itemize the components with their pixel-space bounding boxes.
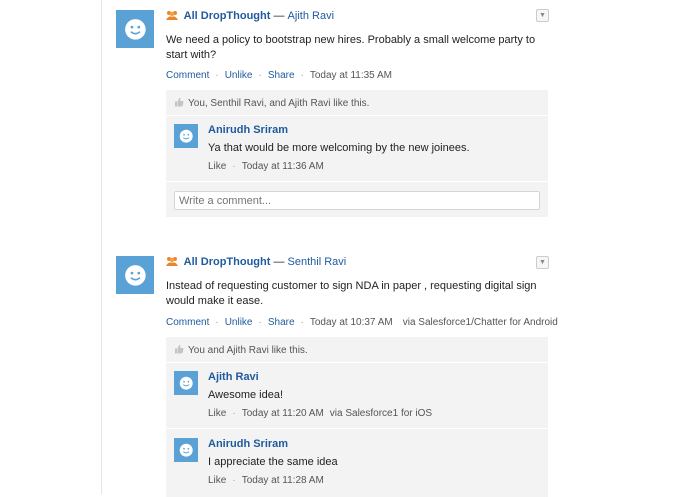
comment-divider <box>166 362 548 363</box>
avatar[interactable] <box>174 124 198 148</box>
like-link[interactable]: Like <box>208 475 226 486</box>
feed-post: All DropThought — Ajith Ravi ▼ We need a… <box>116 0 549 228</box>
comment-meta: Like · Today at 11:20 AM via Salesforce1 fo… <box>208 408 432 419</box>
likes-summary: You, Senthil Ravi, and Ajith Ravi like t… <box>174 97 369 109</box>
dot-separator: · <box>232 408 236 419</box>
post-actions: Comment · Unlike · Share · Today at 11:35 AM <box>166 70 392 81</box>
post-actions: Comment · Unlike · Share · Today at 10:37 AM vi… <box>166 317 558 328</box>
post-menu-button[interactable]: ▼ <box>536 256 549 269</box>
chevron-down-icon: ▼ <box>539 12 546 19</box>
comment-text: I appreciate the same idea <box>208 456 338 468</box>
like-link[interactable]: Like <box>208 161 226 172</box>
dot-separator: · <box>215 317 219 328</box>
thumbs-up-icon <box>175 344 184 354</box>
share-link[interactable]: Share <box>268 70 295 81</box>
dot-separator: · <box>215 70 219 81</box>
dot-separator: · <box>232 475 236 486</box>
like-link[interactable]: Like <box>208 408 226 419</box>
dot-separator: · <box>300 317 304 328</box>
header-separator: — <box>273 10 285 22</box>
dot-separator: · <box>232 161 236 172</box>
group-icon <box>166 257 178 266</box>
share-link[interactable]: Share <box>268 317 295 328</box>
group-link[interactable]: All DropThought <box>184 256 271 268</box>
group-link[interactable]: All DropThought <box>184 10 271 22</box>
post-body: We need a policy to bootstrap new hires.… <box>166 34 536 61</box>
avatar[interactable] <box>116 10 154 48</box>
comment-divider <box>166 428 548 429</box>
smiley-avatar-icon <box>179 376 193 390</box>
author-link[interactable]: Ajith Ravi <box>288 10 334 22</box>
post-timestamp[interactable]: Today at 11:35 AM <box>310 70 392 81</box>
smiley-avatar-icon <box>179 443 193 457</box>
thumbs-up-icon <box>175 97 184 107</box>
avatar[interactable] <box>116 256 154 294</box>
likes-text[interactable]: You, Senthil Ravi, and Ajith Ravi like t… <box>188 98 369 109</box>
comment-meta: Like · Today at 11:36 AM <box>208 161 324 172</box>
dot-separator: · <box>300 70 304 81</box>
feed-left-border <box>101 0 102 494</box>
comment-divider <box>166 115 548 116</box>
smiley-avatar-icon <box>179 129 193 143</box>
group-icon <box>166 11 178 20</box>
avatar[interactable] <box>174 438 198 462</box>
avatar[interactable] <box>174 371 198 395</box>
comments-panel: You and Ajith Ravi like this. Ajith Ravi… <box>166 337 548 497</box>
comment-author-link[interactable]: Anirudh Sriram <box>208 124 288 136</box>
post-via: via Salesforce1/Chatter for Android <box>402 317 558 328</box>
comment-link[interactable]: Comment <box>166 70 209 81</box>
post-body: Instead of requesting customer to sign N… <box>166 280 537 307</box>
likes-text[interactable]: You and Ajith Ravi like this. <box>188 345 308 356</box>
comment-author-link[interactable]: Anirudh Sriram <box>208 438 288 450</box>
comment-divider <box>166 181 548 182</box>
comment-timestamp[interactable]: Today at 11:36 AM <box>242 161 324 172</box>
chevron-down-icon: ▼ <box>539 259 546 266</box>
comment-input[interactable] <box>174 191 540 210</box>
dot-separator: · <box>258 70 262 81</box>
comment-timestamp[interactable]: Today at 11:28 AM <box>242 475 324 486</box>
smiley-avatar-icon <box>124 264 146 286</box>
author-link[interactable]: Senthil Ravi <box>288 256 347 268</box>
likes-summary: You and Ajith Ravi like this. <box>174 344 308 356</box>
unlike-link[interactable]: Unlike <box>225 70 253 81</box>
post-menu-button[interactable]: ▼ <box>536 9 549 22</box>
post-header: All DropThought — Ajith Ravi <box>166 10 334 22</box>
smiley-avatar-icon <box>124 18 146 40</box>
comment-via: via Salesforce1 for iOS <box>329 408 433 419</box>
feed-post: All DropThought — Senthil Ravi ▼ Instead… <box>116 246 558 497</box>
comment-meta: Like · Today at 11:28 AM <box>208 475 324 486</box>
comment-author-link[interactable]: Ajith Ravi <box>208 371 259 383</box>
comment-text: Ya that would be more welcoming by the n… <box>208 142 470 154</box>
comments-panel: You, Senthil Ravi, and Ajith Ravi like t… <box>166 90 548 217</box>
dot-separator: · <box>258 317 262 328</box>
comment-link[interactable]: Comment <box>166 317 209 328</box>
unlike-link[interactable]: Unlike <box>225 317 253 328</box>
header-separator: — <box>273 256 285 268</box>
comment-timestamp[interactable]: Today at 11:20 AM <box>242 408 324 419</box>
comment-text: Awesome idea! <box>208 389 284 401</box>
post-header: All DropThought — Senthil Ravi <box>166 256 346 268</box>
post-timestamp[interactable]: Today at 10:37 AM <box>310 317 393 328</box>
